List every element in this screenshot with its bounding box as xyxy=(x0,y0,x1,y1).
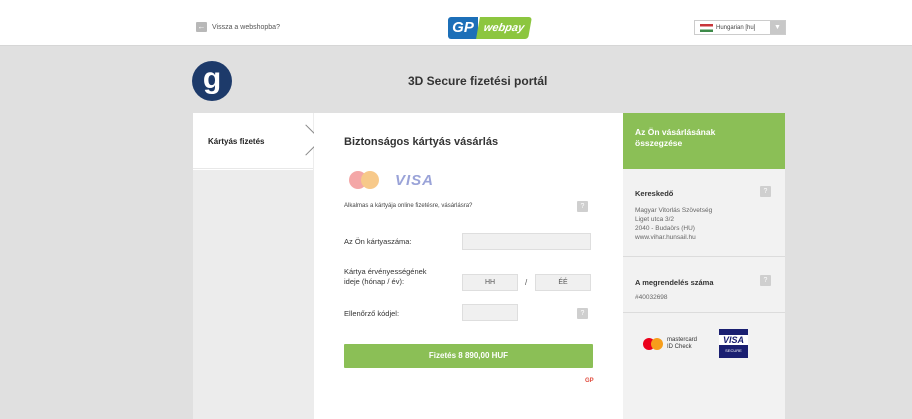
steps-sidebar: Kártyás fizetés xyxy=(193,113,322,419)
back-to-webshop-link[interactable]: ← Vissza a webshopba? xyxy=(196,22,280,32)
merchant-details: Magyar Vitorlás Szövetség Liget utca 3/2… xyxy=(635,206,773,242)
language-label: Hungarian [hu] xyxy=(716,24,756,31)
mastercard-id-check-text: mastercard ID Check xyxy=(667,337,697,351)
back-arrow-icon: ← xyxy=(196,22,207,32)
visa-secure-visa: VISA xyxy=(719,334,749,345)
accepted-cards: VISA xyxy=(349,171,434,189)
expiry-year-input[interactable]: ÉÉ xyxy=(535,274,591,291)
gp-webpay-logo: GP webpay xyxy=(448,17,532,39)
expiry-label-line2: ideje (hónap / év): xyxy=(344,277,405,286)
order-number-block: A megrendelés száma ? #40032698 xyxy=(623,257,785,313)
pay-button[interactable]: Fizetés 8 890,00 HUF xyxy=(344,344,593,368)
merchant-street: Liget utca 3/2 xyxy=(635,216,675,223)
visa-secure-logo: VISA SECURE xyxy=(719,329,749,358)
expiry-separator: / xyxy=(525,278,528,287)
expiry-label-line1: Kártya érvényességének xyxy=(344,267,427,276)
webpay-logo-text: webpay xyxy=(476,17,532,39)
help-icon[interactable]: ? xyxy=(760,186,771,197)
mastercard-circles-icon xyxy=(643,337,663,350)
expiry-month-input[interactable]: HH xyxy=(462,274,518,291)
merchant-title: Kereskedő xyxy=(635,189,674,198)
visa-logo: VISA xyxy=(395,171,435,189)
merchant-block: Kereskedő ? Magyar Vitorlás Szövetség Li… xyxy=(623,169,785,257)
order-number: #40032698 xyxy=(635,294,668,301)
bank-logo: g xyxy=(192,61,232,101)
order-summary: Az Ön vásárlásának összegzése Kereskedő … xyxy=(623,113,785,419)
help-icon[interactable]: ? xyxy=(577,201,588,212)
id-check-text: ID Check xyxy=(667,343,692,350)
language-select[interactable]: Hungarian [hu] ▼ xyxy=(694,20,786,35)
card-number-input[interactable] xyxy=(462,233,591,250)
step-label: Kártyás fizetés xyxy=(208,137,265,146)
top-bar: ← Vissza a webshopba? GP webpay Hungaria… xyxy=(0,0,912,46)
gp-footer-mark: GP xyxy=(585,378,594,384)
form-title: Biztonságos kártyás vásárlás xyxy=(344,136,499,148)
visa-secure-secure: SECURE xyxy=(725,347,742,353)
step-card-payment[interactable]: Kártyás fizetés xyxy=(193,113,322,169)
summary-heading-line2: összegzése xyxy=(635,138,683,148)
merchant-name: Magyar Vitorlás Szövetség xyxy=(635,207,713,214)
cvc-label: Ellenőrző kódjel: xyxy=(344,309,400,318)
gp-logo-mark: GP xyxy=(448,17,478,39)
mastercard-logo-icon xyxy=(349,171,381,189)
card-number-label: Az Ön kártyaszáma: xyxy=(344,237,412,246)
page-title: 3D Secure fizetési portál xyxy=(408,74,548,88)
steps-empty-area xyxy=(193,170,314,419)
summary-heading: Az Ön vásárlásának összegzése xyxy=(623,113,785,169)
chevron-down-icon[interactable]: ▼ xyxy=(770,21,785,34)
summary-heading-line1: Az Ön vásárlásának xyxy=(635,127,716,137)
mastercard-id-check-logo: mastercard ID Check xyxy=(643,337,697,351)
card-suitability-question: Alkalmas a kártyája online fizetésre, vá… xyxy=(344,203,473,209)
cvc-input[interactable] xyxy=(462,304,518,321)
security-logos: mastercard ID Check VISA SECURE xyxy=(643,329,749,358)
back-link-label: Vissza a webshopba? xyxy=(212,23,280,31)
help-icon[interactable]: ? xyxy=(760,275,771,286)
mastercard-text: mastercard xyxy=(667,336,698,343)
card-form: Biztonságos kártyás vásárlás VISA Alkalm… xyxy=(314,113,623,419)
order-number-title: A megrendelés száma xyxy=(635,278,714,287)
merchant-website: www.vihar.hunsail.hu xyxy=(635,234,696,241)
merchant-city: 2040 - Budaörs (HU) xyxy=(635,225,695,232)
hungarian-flag-icon xyxy=(700,23,713,32)
help-icon[interactable]: ? xyxy=(577,308,588,319)
payment-card-panel: Kártyás fizetés Biztonságos kártyás vásá… xyxy=(193,113,785,419)
